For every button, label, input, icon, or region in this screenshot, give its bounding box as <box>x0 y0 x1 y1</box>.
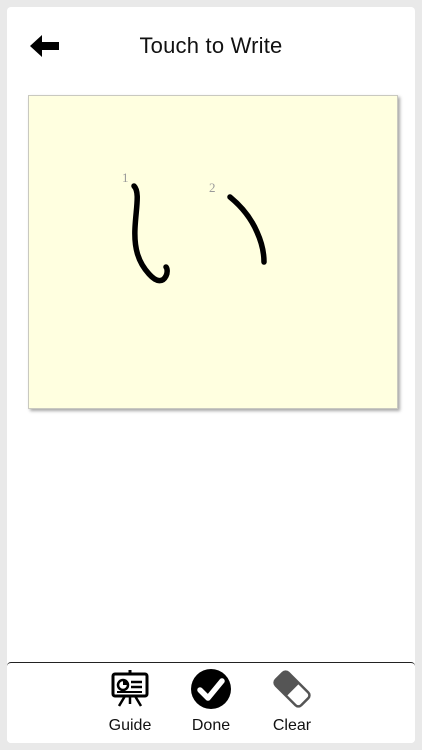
done-button[interactable]: Done <box>176 667 246 743</box>
handwriting-strokes <box>131 183 267 284</box>
checkmark-circle-icon <box>191 669 231 709</box>
stroke-number-1: 1 <box>122 170 129 185</box>
eraser-icon <box>273 670 311 708</box>
stroke-2 <box>227 194 267 265</box>
guide-label: Guide <box>108 717 152 734</box>
screen: Touch to Write 1 2 Guide Done Clear <box>7 7 415 743</box>
stroke-1 <box>131 183 170 284</box>
clear-button[interactable]: Clear <box>257 667 327 743</box>
guide-button[interactable]: Guide <box>95 667 165 743</box>
done-label: Done <box>191 717 231 734</box>
presentation-board-icon <box>111 670 149 707</box>
writing-canvas[interactable]: 1 2 <box>28 95 398 409</box>
bottom-toolbar: Guide Done Clear <box>7 662 415 743</box>
page-title: Touch to Write <box>139 33 283 58</box>
clear-label: Clear <box>272 717 312 734</box>
header: Touch to Write <box>7 7 415 87</box>
stroke-number-2: 2 <box>209 180 216 195</box>
